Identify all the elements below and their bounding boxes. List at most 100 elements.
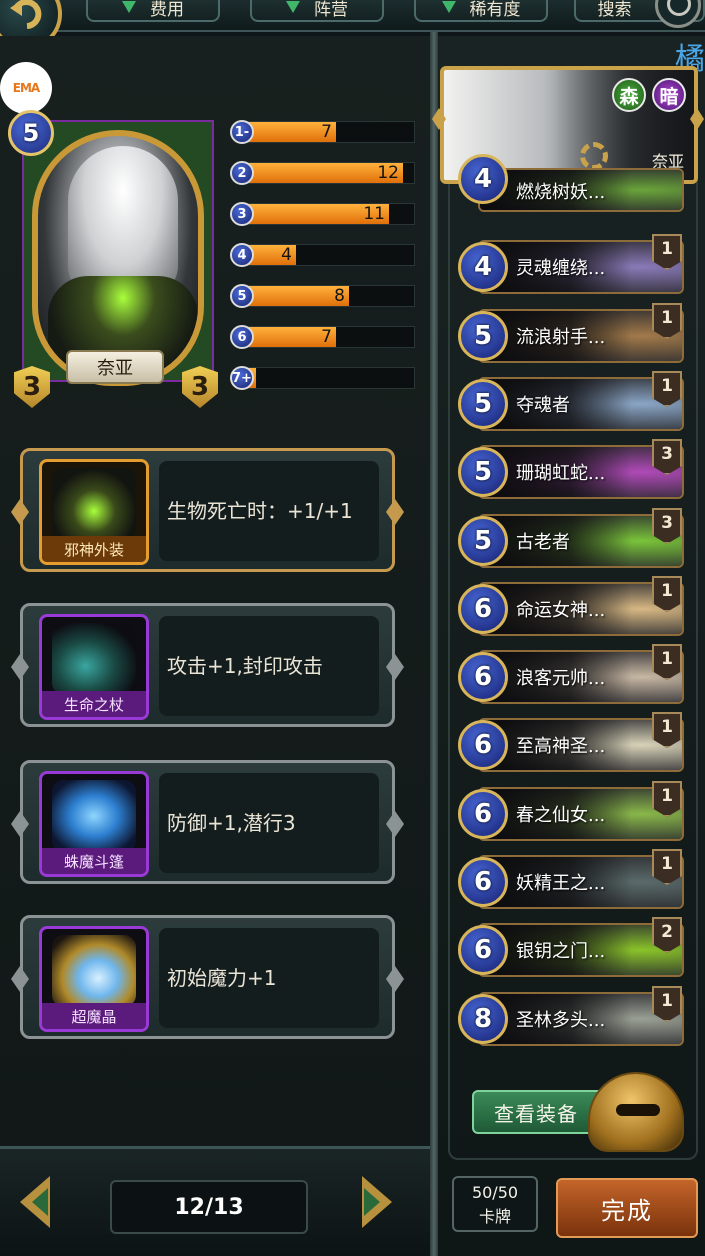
dropdown-triangle-icon xyxy=(441,1,456,13)
card-cost-gem: 5 xyxy=(458,311,508,361)
deck-card-row[interactable]: 6 浪客元帅... 1 xyxy=(458,644,686,708)
mana-curve-value: 11 xyxy=(363,204,385,224)
card-cost-gem: 6 xyxy=(458,720,508,770)
equipment-name: 蛛魔斗篷 xyxy=(42,848,146,874)
hero-name: 奈亚 xyxy=(66,350,164,384)
card-cost-gem: 5 xyxy=(458,516,508,566)
card-cost-gem: 5 xyxy=(458,379,508,429)
mana-curve-bar: 11 xyxy=(243,204,389,224)
deck-card-row[interactable]: 6 妖精王之... 1 xyxy=(458,849,686,913)
mana-curve-bar: 7 xyxy=(243,122,336,142)
card-name: 流浪射手... xyxy=(516,327,606,348)
cost-filter-label: 费用 xyxy=(150,0,184,20)
hero-portrait xyxy=(32,130,204,386)
equipment-description: 生物死亡时：+1/+1 xyxy=(159,461,379,561)
gear-icon xyxy=(580,142,608,170)
equipment-icon: 蛛魔斗篷 xyxy=(39,771,149,877)
faction-filter-dropdown[interactable]: 阵营 xyxy=(250,0,384,22)
equipment-slot-1[interactable]: 邪神外装 生物死亡时：+1/+1 xyxy=(11,448,404,572)
cost-filter-dropdown[interactable]: 费用 xyxy=(86,0,220,22)
mana-curve-cost-badge: 4 xyxy=(230,243,254,267)
card-cost-gem: 6 xyxy=(458,789,508,839)
mana-curve-track: 8 xyxy=(242,285,415,307)
equipment-slot-2[interactable]: 生命之杖 攻击+1,封印攻击 xyxy=(11,603,404,727)
search-icon xyxy=(655,0,701,28)
deck-card-row[interactable]: 5 流浪射手... 1 xyxy=(458,303,686,367)
prev-page-arrow-icon[interactable] xyxy=(14,1172,74,1232)
card-cost-gem: 6 xyxy=(458,857,508,907)
deck-card-row[interactable]: 4 灵魂缠绕... 1 xyxy=(458,234,686,298)
equipment-icon: 生命之杖 xyxy=(39,614,149,720)
mana-curve-value: 8 xyxy=(334,286,345,306)
deck-card-row[interactable]: 6 至高神圣... 1 xyxy=(458,712,686,776)
card-cost-gem: 4 xyxy=(458,154,508,204)
card-name: 夺魂者 xyxy=(516,395,570,416)
card-name: 灵魂缠绕... xyxy=(516,258,606,279)
mana-curve-value: 4 xyxy=(281,245,292,265)
deck-card-count: 50/50 卡牌 xyxy=(452,1176,538,1232)
card-name: 至高神圣... xyxy=(516,736,606,757)
deck-card-row[interactable]: 6 春之仙女... 1 xyxy=(458,781,686,845)
done-button[interactable]: 完成 xyxy=(556,1178,698,1238)
mana-curve-bar: 7 xyxy=(243,327,336,347)
filter-bar: 费用 阵营 稀有度 搜索 xyxy=(0,0,705,50)
page-indicator: 12/13 xyxy=(110,1180,308,1234)
deck-card-row[interactable]: 6 命运女神... 1 xyxy=(458,576,686,640)
staff-art-icon xyxy=(52,623,136,695)
card-name: 珊瑚虹蛇... xyxy=(516,463,606,484)
armor-art-icon xyxy=(52,468,136,540)
deck-card-row[interactable]: 5 夺魂者 1 xyxy=(458,371,686,435)
pane-divider xyxy=(430,32,438,1256)
card-name: 圣林多头... xyxy=(516,1010,606,1031)
card-name: 古老者 xyxy=(516,532,570,553)
mana-curve-track: 7 xyxy=(242,121,415,143)
equipment-description: 防御+1,潜行3 xyxy=(159,773,379,873)
card-name: 妖精王之... xyxy=(516,873,606,894)
card-cost-gem: 5 xyxy=(458,447,508,497)
mana-curve-track: 4 xyxy=(242,244,415,266)
card-cost-gem: 6 xyxy=(458,925,508,975)
card-cost-gem: 6 xyxy=(458,652,508,702)
mana-curve-bar: 8 xyxy=(243,286,349,306)
equipment-slot-4[interactable]: 超魔晶 初始魔力+1 xyxy=(11,915,404,1039)
card-cost-gem: 8 xyxy=(458,994,508,1044)
cloak-art-icon xyxy=(52,780,136,852)
deck-card-row[interactable]: 4 燃烧树妖... xyxy=(458,154,686,216)
deck-card-row[interactable]: 6 银钥之门... 2 xyxy=(458,917,686,981)
mana-curve-value: 12 xyxy=(377,163,399,183)
mana-curve-row: 67 xyxy=(230,322,420,363)
equipment-slot-3[interactable]: 蛛魔斗篷 防御+1,潜行3 xyxy=(11,760,404,884)
mana-curve-track: 12 xyxy=(242,162,415,184)
equipment-description: 初始魔力+1 xyxy=(159,928,379,1028)
deck-card-row[interactable]: 5 珊瑚虹蛇... 3 xyxy=(458,439,686,503)
deck-card-row[interactable]: 8 圣林多头... 1 xyxy=(458,986,686,1050)
rarity-filter-dropdown[interactable]: 稀有度 xyxy=(414,0,548,22)
card-cost-gem: 6 xyxy=(458,584,508,634)
mana-curve-track: 1 xyxy=(241,367,415,389)
forest-faction-badge: 森 xyxy=(612,78,646,112)
next-page-arrow-icon[interactable] xyxy=(338,1172,398,1232)
mana-curve-row: 44 xyxy=(230,240,420,281)
mana-curve-row: 1- 7 xyxy=(230,117,420,158)
mana-curve-value: 7 xyxy=(321,327,332,347)
crystal-art-icon xyxy=(52,935,136,1007)
card-name: 燃烧树妖... xyxy=(516,182,606,203)
search-button[interactable]: 搜索 xyxy=(574,0,705,28)
deck-card-row[interactable]: 5 古老者 3 xyxy=(458,508,686,572)
hero-cost-gem: 5 xyxy=(8,110,54,156)
search-label: 搜索 xyxy=(597,0,632,20)
deck-count-value: 50/50 xyxy=(471,1183,519,1202)
mana-curve-cost-badge: 5 xyxy=(230,284,254,308)
mana-curve-row: 3 11 xyxy=(230,199,420,240)
mana-curve-bar: 12 xyxy=(243,163,403,183)
faction-filter-label: 阵营 xyxy=(314,0,348,20)
card-name: 银钥之门... xyxy=(516,941,606,962)
mana-curve-value: 7 xyxy=(321,122,332,142)
ema-logo: EMA xyxy=(0,62,52,114)
equipment-icon: 邪神外装 xyxy=(39,459,149,565)
equipment-icon: 超魔晶 xyxy=(39,926,149,1032)
deck-count-label: 卡牌 xyxy=(478,1207,511,1226)
equipment-name: 超魔晶 xyxy=(42,1003,146,1029)
card-name: 春之仙女... xyxy=(516,805,606,826)
dark-faction-badge: 暗 xyxy=(652,78,686,112)
